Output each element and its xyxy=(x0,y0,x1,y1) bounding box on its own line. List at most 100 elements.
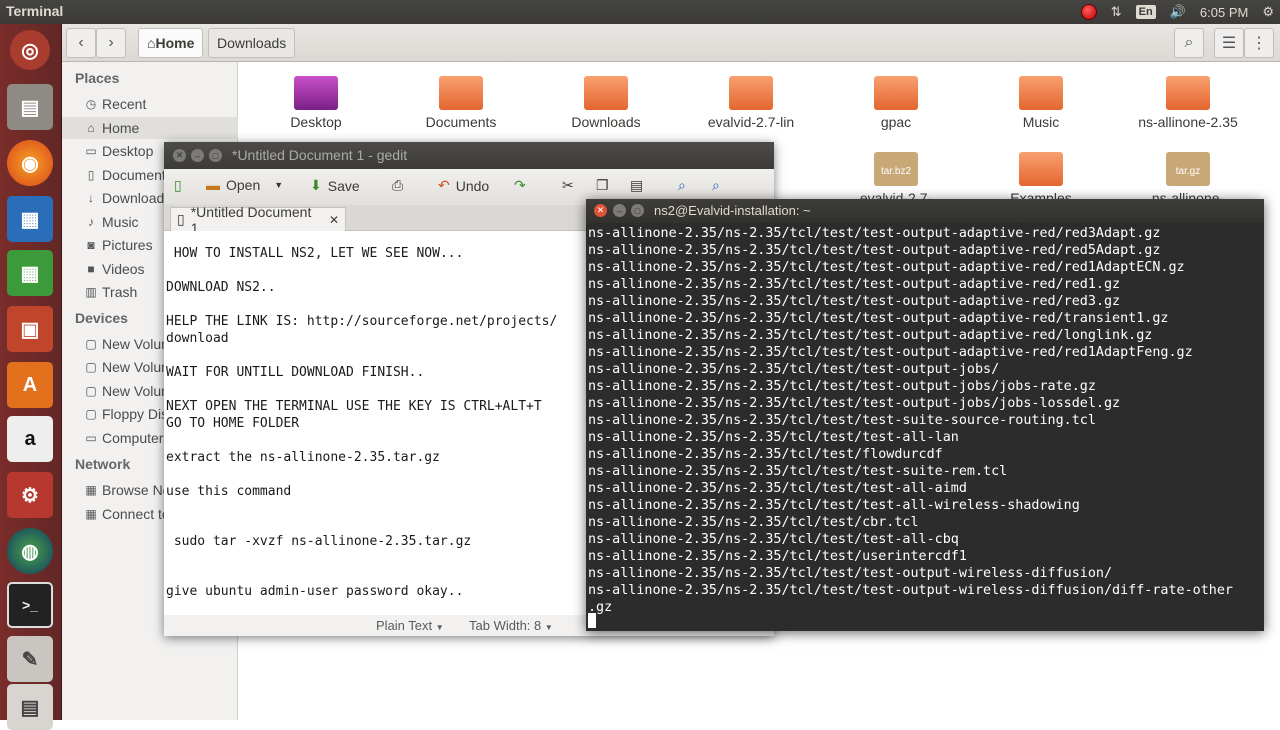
sidebar-item-recent[interactable]: ◷ Recent xyxy=(84,93,147,115)
clock[interactable]: 6:05 PM xyxy=(1200,5,1248,20)
firefox-icon[interactable]: ◉ xyxy=(7,140,53,186)
file-item-examples[interactable]: Examples xyxy=(981,138,1101,206)
tab-untitled-document[interactable]: ▯ *Untitled Document 1 ✕ xyxy=(170,204,346,236)
breadcrumb-home[interactable]: ⌂ Home xyxy=(138,28,204,58)
trash-icon[interactable]: ▤ xyxy=(7,684,53,730)
breadcrumb-downloads[interactable]: Downloads xyxy=(208,28,296,58)
impress-icon[interactable]: ▣ xyxy=(7,306,53,352)
drive-icon: ▢ xyxy=(85,384,97,398)
text-line: extract the ns-allinone-2.35.tar.gz xyxy=(166,450,440,465)
save-button[interactable]: ⬇ Save xyxy=(310,177,360,194)
sidebar-item-pictures[interactable]: ◙ Pictures xyxy=(84,234,152,256)
folder-icon xyxy=(584,76,628,110)
folder-icon xyxy=(294,76,338,110)
terminal-line: ns-allinone-2.35/ns-2.35/tcl/test/test-o… xyxy=(588,243,1161,258)
terminal-output[interactable]: ns-allinone-2.35/ns-2.35/tcl/test/test-o… xyxy=(586,223,1264,631)
open-button[interactable]: ▬ Open ▼ xyxy=(206,177,283,193)
files-header-bar: ‹ › ⌂ Home Downloads ⌕ ☰ ⋮ xyxy=(62,24,1280,62)
view-grid-button[interactable]: ⋮ xyxy=(1244,28,1274,58)
amazon-icon[interactable]: a xyxy=(7,416,53,462)
volume-icon[interactable]: 🔊 xyxy=(1170,4,1186,20)
terminal-line: ns-allinone-2.35/ns-2.35/tcl/test/cbr.tc… xyxy=(588,515,919,530)
home-icon: ⌂ xyxy=(147,35,156,51)
file-item-documents[interactable]: Documents xyxy=(401,62,521,130)
terminal-line: ns-allinone-2.35/ns-2.35/tcl/test/test-o… xyxy=(588,311,1169,326)
file-item-ns-allinone[interactable]: ns-allinone-2.35 xyxy=(1128,62,1248,130)
paste-icon: ▤ xyxy=(630,177,644,193)
file-item-gpac[interactable]: gpac xyxy=(836,62,956,130)
clock-icon: ◷ xyxy=(85,97,97,111)
tab-width-selector[interactable]: Tab Width: 8 ▼ xyxy=(469,618,553,633)
sidebar-item-floppy[interactable]: ▢ Floppy Disk xyxy=(84,403,175,425)
maximize-icon[interactable]: □ xyxy=(631,204,644,217)
replace-button[interactable]: ⌕ xyxy=(712,177,720,194)
terminal-title: ns2@Evalvid-installation: ~ xyxy=(654,203,811,218)
minimize-icon[interactable]: – xyxy=(191,149,204,162)
active-app-title: Terminal xyxy=(6,3,64,19)
search-icon: ⌕ xyxy=(1184,34,1194,51)
search-button[interactable]: ⌕ xyxy=(1174,28,1204,58)
file-item-evalvid[interactable]: evalvid-2.7-lin xyxy=(691,62,811,130)
terminal-icon[interactable]: >_ xyxy=(7,582,53,628)
editor-icon[interactable]: ✎ xyxy=(7,636,53,682)
software-center-icon[interactable]: A xyxy=(7,362,53,408)
archive-icon: tar.bz2 xyxy=(874,152,918,186)
sidebar-item-downloads[interactable]: ↓ Downloads xyxy=(84,187,171,209)
redo-button[interactable]: ↷ xyxy=(514,177,526,194)
network-icon[interactable]: ⇅ xyxy=(1111,4,1122,20)
cut-button[interactable]: ✂ xyxy=(562,177,574,194)
document-icon: ▯ xyxy=(87,168,95,182)
sidebar-item-computer[interactable]: ▭ Computer xyxy=(84,427,163,449)
top-panel: Terminal ⇅ En 🔊 6:05 PM ⚙ xyxy=(0,0,1280,24)
print-button[interactable]: ⎙ xyxy=(392,177,403,194)
globe-icon[interactable]: ◍ xyxy=(7,528,53,574)
terminal-line: ns-allinone-2.35/ns-2.35/tcl/test/test-o… xyxy=(588,277,1121,292)
file-item-desktop[interactable]: Desktop xyxy=(256,62,376,130)
sidebar-item-home[interactable]: ⌂ Home xyxy=(62,117,238,139)
sidebar-item-documents[interactable]: ▯ Documents xyxy=(84,164,173,186)
file-item-music[interactable]: Music xyxy=(981,62,1101,130)
undo-button[interactable]: ↶ Undo xyxy=(438,177,489,194)
desktop-icon: ▭ xyxy=(85,144,97,158)
file-item-downloads[interactable]: Downloads xyxy=(546,62,666,130)
undo-icon: ↶ xyxy=(438,177,450,193)
scissors-icon: ✂ xyxy=(562,177,574,193)
print-icon: ⎙ xyxy=(392,177,404,193)
open-folder-icon: ▬ xyxy=(206,177,220,193)
close-icon[interactable]: ✕ xyxy=(173,149,186,162)
record-indicator-icon[interactable] xyxy=(1080,4,1097,20)
calc-icon[interactable]: ▦ xyxy=(7,250,53,296)
close-icon[interactable]: ✕ xyxy=(594,204,607,217)
text-line: HELP THE LINK IS: http://sourceforge.net… xyxy=(166,314,558,329)
view-list-button[interactable]: ☰ xyxy=(1214,28,1244,58)
keyboard-layout-indicator[interactable]: En xyxy=(1135,5,1156,19)
new-document-button[interactable]: ▯ xyxy=(174,177,182,194)
settings-icon[interactable]: ⚙ xyxy=(7,472,53,518)
files-icon[interactable]: ▤ xyxy=(7,84,53,130)
text-line: use this command xyxy=(166,484,292,499)
sidebar-item-desktop[interactable]: ▭ Desktop xyxy=(84,140,153,162)
video-icon: ■ xyxy=(87,262,95,276)
text-line: download xyxy=(166,331,229,346)
forward-button[interactable]: › xyxy=(96,28,126,58)
terminal-line: ns-allinone-2.35/ns-2.35/tcl/test/test-o… xyxy=(588,226,1161,241)
copy-button[interactable]: ❐ xyxy=(596,177,609,194)
terminal-line: ns-allinone-2.35/ns-2.35/tcl/test/test-o… xyxy=(588,294,1121,309)
gedit-titlebar: ✕ – □ *Untitled Document 1 - gedit xyxy=(164,142,774,169)
sidebar-item-music[interactable]: ♪ Music xyxy=(84,211,139,233)
text-line: sudo tar -xvzf ns-allinone-2.35.tar.gz xyxy=(166,534,472,549)
maximize-icon[interactable]: □ xyxy=(209,149,222,162)
archive-icon: tar.gz xyxy=(1166,152,1210,186)
gear-icon[interactable]: ⚙ xyxy=(1262,4,1274,20)
writer-icon[interactable]: ▦ xyxy=(7,196,53,242)
sidebar-item-trash[interactable]: ▥ Trash xyxy=(84,281,137,303)
server-icon: ▦ xyxy=(85,507,97,521)
minimize-icon[interactable]: – xyxy=(613,204,626,217)
paste-button[interactable]: ▤ xyxy=(630,177,643,194)
find-button[interactable]: ⌕ xyxy=(678,177,686,194)
language-selector[interactable]: Plain Text ▼ xyxy=(376,618,444,633)
close-icon[interactable]: ✕ xyxy=(329,213,339,227)
dash-home-icon[interactable]: ◎ xyxy=(10,30,50,70)
sidebar-item-videos[interactable]: ■ Videos xyxy=(84,258,144,280)
back-button[interactable]: ‹ xyxy=(66,28,96,58)
